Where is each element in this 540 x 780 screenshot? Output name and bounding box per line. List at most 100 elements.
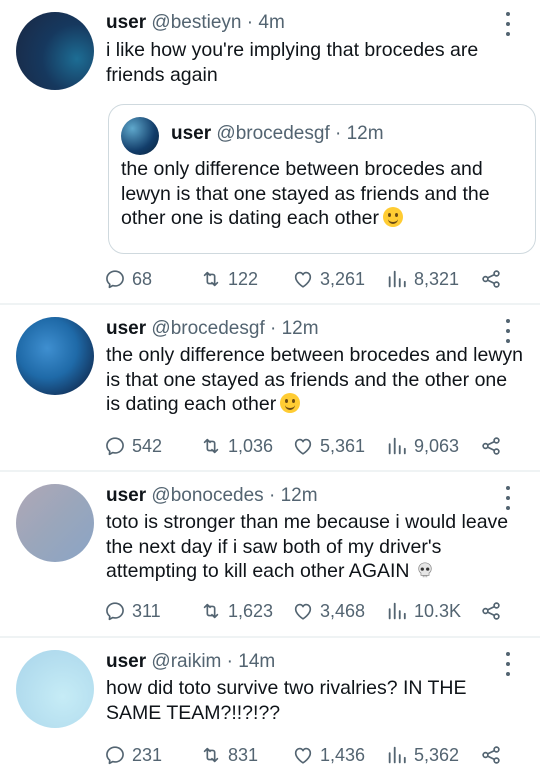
avatar[interactable] [16, 484, 94, 562]
tweet-header: user @brocedesgf · 12m [106, 318, 319, 340]
reply-button[interactable]: 68 [104, 266, 152, 292]
tweet[interactable]: user @raikim · 14m how did toto survive … [0, 638, 540, 780]
reply-count: 542 [132, 435, 163, 456]
views-button[interactable]: 5,362 [386, 742, 459, 768]
views-icon [386, 435, 408, 457]
tweet-text: how did toto survive two rivalries? IN T… [106, 677, 467, 724]
user-handle[interactable]: @raikim [151, 651, 221, 672]
display-name[interactable]: user [106, 651, 146, 672]
timestamp[interactable]: 4m [258, 12, 284, 33]
view-count: 10.3K [414, 600, 462, 621]
avatar[interactable] [16, 650, 94, 728]
user-handle[interactable]: @bestieyn [151, 12, 241, 33]
share-button[interactable] [480, 266, 508, 292]
share-button[interactable] [480, 742, 508, 768]
view-count: 8,321 [414, 268, 460, 289]
display-name[interactable]: user [106, 485, 146, 506]
reply-count: 311 [132, 600, 161, 621]
action-bar: 311 1,623 3,468 10.3K [104, 598, 524, 624]
like-count: 5,361 [320, 435, 366, 456]
like-count: 3,261 [320, 268, 366, 289]
retweet-button[interactable]: 1,623 [200, 598, 273, 624]
user-handle: @brocedesgf [216, 123, 330, 144]
action-bar: 231 831 1,436 5,362 [104, 742, 524, 768]
views-icon [386, 744, 408, 766]
retweet-count: 831 [228, 744, 259, 765]
reply-icon [104, 744, 126, 766]
separator: · [335, 123, 342, 144]
tweet-text: i like how you're implying that brocedes… [106, 39, 479, 86]
retweet-button[interactable]: 1,036 [200, 433, 273, 459]
share-button[interactable] [480, 433, 508, 459]
retweet-icon [200, 435, 222, 457]
share-icon [480, 600, 502, 622]
avatar [121, 117, 159, 155]
skull-emoji [417, 562, 432, 578]
user-handle[interactable]: @bonocedes [151, 485, 263, 506]
tweet-text-container: toto is stronger than me because i would… [106, 510, 526, 584]
avatar[interactable] [16, 12, 94, 90]
share-button[interactable] [480, 598, 508, 624]
tweet-text: the only difference between brocedes and… [106, 344, 524, 415]
tweet-header: user @bonocedes · 12m [106, 485, 318, 507]
slightly-smiling-face-emoji [280, 393, 301, 413]
like-button[interactable]: 3,261 [292, 266, 365, 292]
view-count: 5,362 [414, 744, 460, 765]
action-bar: 68 122 3,261 8,321 [104, 266, 524, 292]
like-button[interactable]: 5,361 [292, 433, 365, 459]
timestamp[interactable]: 12m [281, 485, 318, 506]
retweet-count: 1,623 [228, 600, 274, 621]
like-button[interactable]: 1,436 [292, 742, 365, 768]
retweet-count: 122 [228, 268, 259, 289]
more-icon[interactable] [500, 652, 516, 676]
more-icon[interactable] [500, 486, 516, 510]
user-handle[interactable]: @brocedesgf [151, 318, 264, 339]
timestamp[interactable]: 12m [282, 318, 319, 339]
reply-button[interactable]: 231 [104, 742, 162, 768]
reply-button[interactable]: 311 [104, 598, 161, 624]
share-icon [480, 435, 502, 457]
separator: · [226, 651, 233, 672]
views-icon [386, 600, 408, 622]
quote-text-container: the only difference between brocedes and… [121, 157, 521, 231]
timestamp[interactable]: 14m [238, 651, 275, 672]
more-icon[interactable] [500, 12, 516, 36]
retweet-count: 1,036 [228, 435, 274, 456]
display-name[interactable]: user [106, 12, 146, 33]
heart-icon [292, 744, 314, 766]
retweet-button[interactable]: 831 [200, 742, 258, 768]
tweet-text-container: the only difference between brocedes and… [106, 343, 526, 417]
display-name[interactable]: user [106, 318, 146, 339]
heart-icon [292, 435, 314, 457]
tweet[interactable]: user @bestieyn · 4m i like how you're im… [0, 0, 540, 303]
more-icon[interactable] [500, 319, 516, 343]
views-button[interactable]: 10.3K [386, 598, 461, 624]
retweet-button[interactable]: 122 [200, 266, 258, 292]
quote-text: the only difference between brocedes and… [121, 158, 490, 229]
reply-icon [104, 435, 126, 457]
retweet-icon [200, 268, 222, 290]
display-name: user [171, 123, 212, 144]
reply-button[interactable]: 542 [104, 433, 162, 459]
reply-count: 231 [132, 744, 163, 765]
tweet-header: user @raikim · 14m [106, 651, 275, 673]
tweet[interactable]: user @brocedesgf · 12m the only differen… [0, 305, 540, 470]
quote-tweet[interactable]: user @brocedesgf · 12m the only differen… [108, 104, 536, 254]
separator: · [270, 318, 277, 339]
reply-icon [104, 268, 126, 290]
views-button[interactable]: 8,321 [386, 266, 459, 292]
tweet[interactable]: user @bonocedes · 12m toto is stronger t… [0, 472, 540, 636]
separator: · [268, 485, 276, 506]
like-button[interactable]: 3,468 [292, 598, 365, 624]
avatar[interactable] [16, 317, 94, 395]
tweet-header: user @bestieyn · 4m [106, 12, 285, 34]
separator: · [246, 12, 254, 33]
views-icon [386, 268, 408, 290]
reply-icon [104, 600, 126, 622]
heart-icon [292, 268, 314, 290]
slightly-smiling-face-emoji [383, 207, 404, 227]
quote-header: user @brocedesgf · 12m [171, 123, 384, 145]
reply-count: 68 [132, 268, 153, 289]
like-count: 1,436 [320, 744, 366, 765]
views-button[interactable]: 9,063 [386, 433, 459, 459]
